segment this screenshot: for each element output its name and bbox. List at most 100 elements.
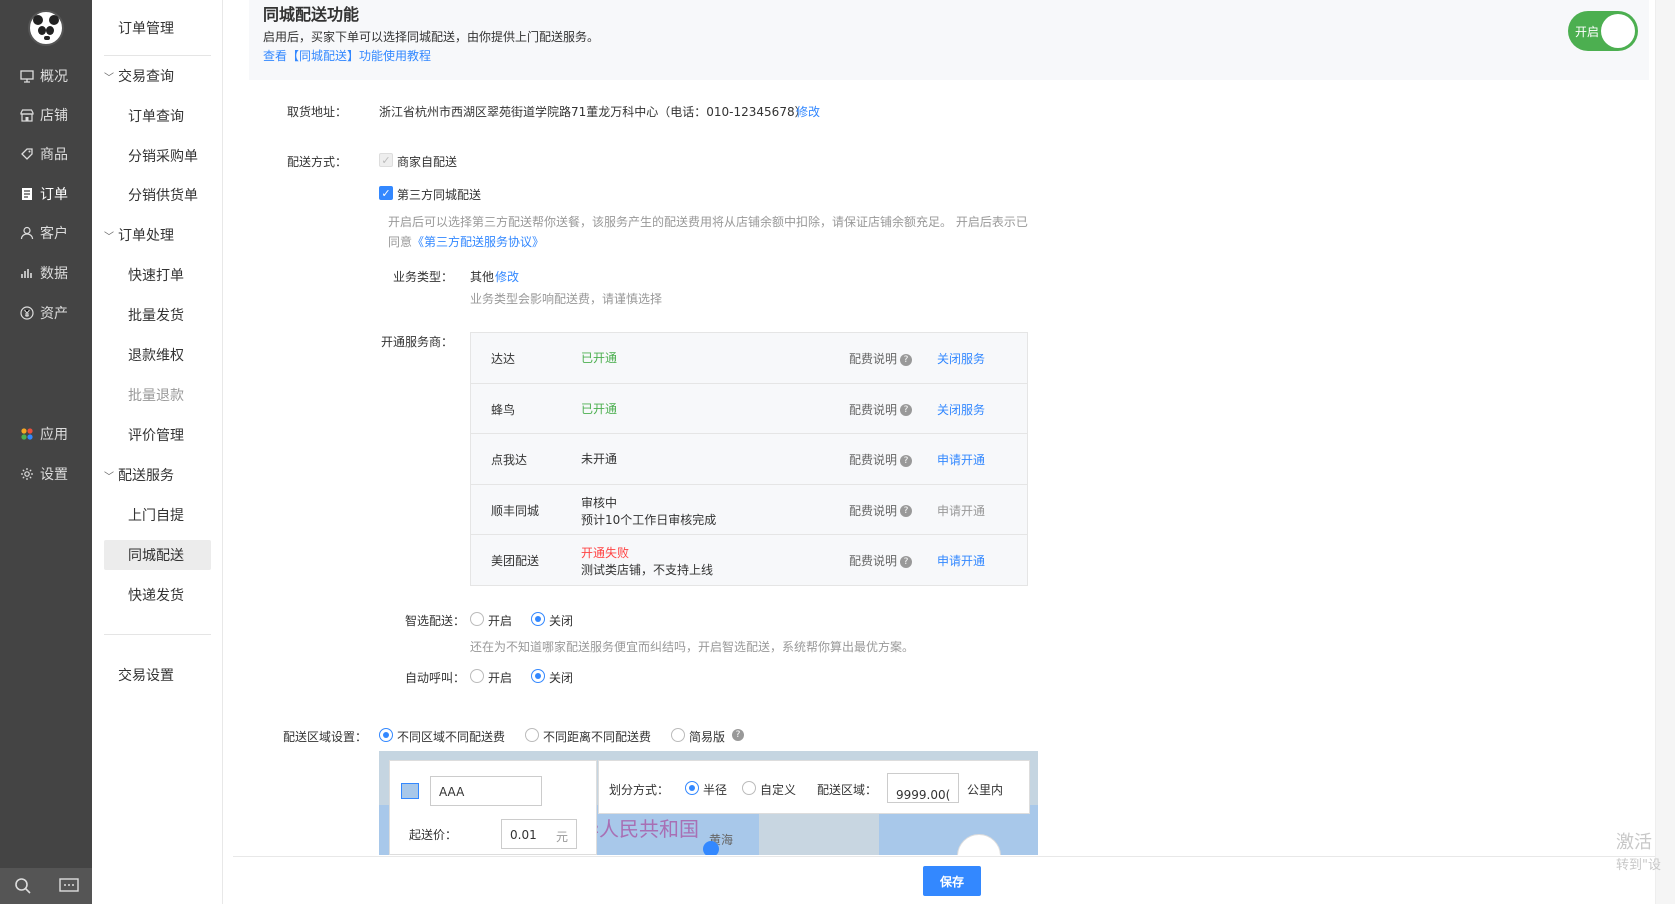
provider-status: 开通失败: [581, 546, 630, 561]
secondary-sidebar: 订单管理 ﹀ 交易查询 订单查询 分销采购单 分销供货单 ﹀ 订单处理 快速打单…: [92, 0, 223, 904]
provider-name: 点我达: [491, 453, 528, 468]
zone-opt1-label: 不同区域不同配送费: [397, 730, 506, 744]
self-delivery-label: 商家自配送: [397, 155, 458, 169]
menu-batch-ship[interactable]: 批量发货: [104, 300, 211, 330]
nav-apps[interactable]: 应用: [0, 414, 92, 454]
fee-info-label: 配费说明: [849, 453, 898, 468]
menu-order-query[interactable]: 订单查询: [104, 101, 211, 131]
provider-status: 审核中: [581, 495, 618, 510]
table-row: 美团配送 开通失败 测试类店铺，不支持上线 配费说明? 申请开通: [471, 535, 1027, 586]
table-row: 顺丰同城 审核中 预计10个工作日审核完成 配费说明? 申请开通: [471, 485, 1027, 536]
fee-info[interactable]: 配费说明?: [849, 552, 913, 569]
feature-toggle[interactable]: 开启: [1568, 11, 1638, 51]
zone-color-swatch[interactable]: [401, 783, 419, 799]
auto-call-on-radio[interactable]: [470, 669, 484, 683]
activation-watermark: 激活: [1616, 832, 1652, 853]
provider-status: 未开通: [581, 452, 618, 467]
provider-action-link[interactable]: 申请开通: [937, 552, 985, 569]
smart-select-hint: 还在为不知道哪家配送服务便宜而纠结吗，开启智选配送，系统帮你算出最优方案。: [470, 640, 915, 654]
menu-divider: [104, 55, 211, 56]
smart-select-off-radio[interactable]: [531, 612, 545, 626]
apps-icon: [18, 425, 36, 443]
min-price-input[interactable]: 0.01 元: [501, 819, 577, 849]
compass-icon[interactable]: [957, 834, 1001, 855]
smart-select-on-radio[interactable]: [470, 612, 484, 626]
biz-type-value: 其他: [470, 270, 495, 284]
zone-opt2-label: 不同距离不同配送费: [543, 730, 652, 744]
table-row: 点我达 未开通 配费说明? 申请开通: [471, 434, 1027, 485]
scrollbar[interactable]: [1655, 0, 1675, 904]
zone-opt1-radio[interactable]: [379, 728, 393, 742]
help-icon[interactable]: ?: [732, 729, 744, 741]
agreement-link[interactable]: 《第三方配送服务协议》: [412, 235, 544, 249]
menu-group-trade-query[interactable]: ﹀ 交易查询: [104, 61, 211, 91]
panda-logo[interactable]: [28, 10, 64, 46]
nav-overview-label: 概况: [40, 69, 68, 85]
nav-customer[interactable]: 客户: [0, 213, 92, 253]
menu-order-mgmt[interactable]: 订单管理: [104, 13, 211, 43]
message-icon[interactable]: [46, 868, 92, 904]
main-content: 同城配送功能 启用后，买家下单可以选择同城配送，由你提供上门配送服务。 查看【同…: [233, 0, 1655, 904]
fee-info-label: 配费说明: [849, 554, 898, 569]
map-pin-icon[interactable]: [703, 841, 719, 855]
search-icon[interactable]: [0, 868, 46, 904]
provider-action-link[interactable]: 关闭服务: [937, 401, 985, 418]
provider-status-sub: 测试类店铺，不支持上线: [581, 563, 714, 578]
nav-store[interactable]: 店铺: [0, 95, 92, 135]
custom-radio[interactable]: [742, 781, 756, 795]
nav-order[interactable]: 订单: [0, 174, 92, 214]
providers-label: 开通服务商：: [381, 335, 454, 349]
zone-name-input[interactable]: AAA: [430, 776, 542, 806]
nav-overview[interactable]: 概况: [0, 56, 92, 96]
third-party-note-line2: 同意《第三方配送服务协议》: [388, 233, 544, 250]
provider-name: 美团配送: [491, 554, 540, 569]
km-unit-label: 公里内: [967, 783, 1004, 797]
radius-radio[interactable]: [685, 781, 699, 795]
fee-info[interactable]: 配费说明?: [849, 451, 913, 468]
radius-input[interactable]: 9999.00(: [887, 773, 959, 803]
auto-call-off-radio[interactable]: [531, 669, 545, 683]
nav-assets[interactable]: 资产: [0, 293, 92, 333]
provider-action-link[interactable]: 关闭服务: [937, 350, 985, 367]
menu-pickup[interactable]: 上门自提: [104, 500, 211, 530]
menu-group-delivery[interactable]: ﹀ 配送服务: [104, 460, 211, 490]
menu-city-delivery[interactable]: 同城配送: [104, 540, 211, 570]
pickup-address-edit-link[interactable]: 修改: [796, 103, 820, 120]
menu-review[interactable]: 评价管理: [104, 420, 211, 450]
map-country-label: 华人民共和国: [579, 817, 699, 841]
delivery-map[interactable]: 华人民共和国 黄海 AAA 起送价： 0.01 元 划分方式： 半径 自定义 配…: [379, 751, 1038, 855]
nav-goods[interactable]: 商品: [0, 134, 92, 174]
zone-opt3-radio[interactable]: [671, 728, 685, 742]
zone-opt2-radio[interactable]: [525, 728, 539, 742]
menu-dist-supply[interactable]: 分销供货单: [104, 180, 211, 210]
self-delivery-checkbox[interactable]: ✓: [379, 153, 393, 167]
menu-express[interactable]: 快递发货: [104, 580, 211, 610]
provider-action-link[interactable]: 申请开通: [937, 451, 985, 468]
fee-info[interactable]: 配费说明?: [849, 502, 913, 519]
page-title: 同城配送功能: [263, 5, 360, 24]
fee-info[interactable]: 配费说明?: [849, 350, 913, 367]
nav-settings[interactable]: 设置: [0, 454, 92, 494]
menu-dist-purchase[interactable]: 分销采购单: [104, 141, 211, 171]
radius-label: 半径: [703, 783, 728, 797]
provider-status-block: 开通失败 测试类店铺，不支持上线: [581, 545, 713, 579]
menu-trade-settings[interactable]: 交易设置: [104, 660, 211, 690]
menu-refund[interactable]: 退款维权: [104, 340, 211, 370]
biz-type-edit-link[interactable]: 修改: [495, 268, 519, 285]
save-button[interactable]: 保存: [923, 866, 981, 896]
tutorial-link[interactable]: 查看【同城配送】功能使用教程: [263, 47, 431, 64]
third-party-checkbox[interactable]: ✓: [379, 186, 393, 200]
menu-group-order-process[interactable]: ﹀ 订单处理: [104, 220, 211, 250]
smart-select-off-label: 关闭: [549, 614, 574, 628]
auto-call-off-label: 关闭: [549, 671, 574, 685]
fee-info[interactable]: 配费说明?: [849, 401, 913, 418]
nav-data[interactable]: 数据: [0, 253, 92, 293]
menu-quick-print[interactable]: 快速打单: [104, 260, 211, 290]
fee-info-label: 配费说明: [849, 503, 898, 518]
min-price-unit: 元: [555, 830, 568, 844]
area-label: 配送区域：: [817, 783, 878, 797]
menu-batch-refund[interactable]: 批量退款: [104, 380, 211, 410]
smart-select-on-label: 开启: [488, 614, 513, 628]
menu-divider: [104, 634, 211, 635]
provider-status: 已开通: [581, 401, 618, 416]
